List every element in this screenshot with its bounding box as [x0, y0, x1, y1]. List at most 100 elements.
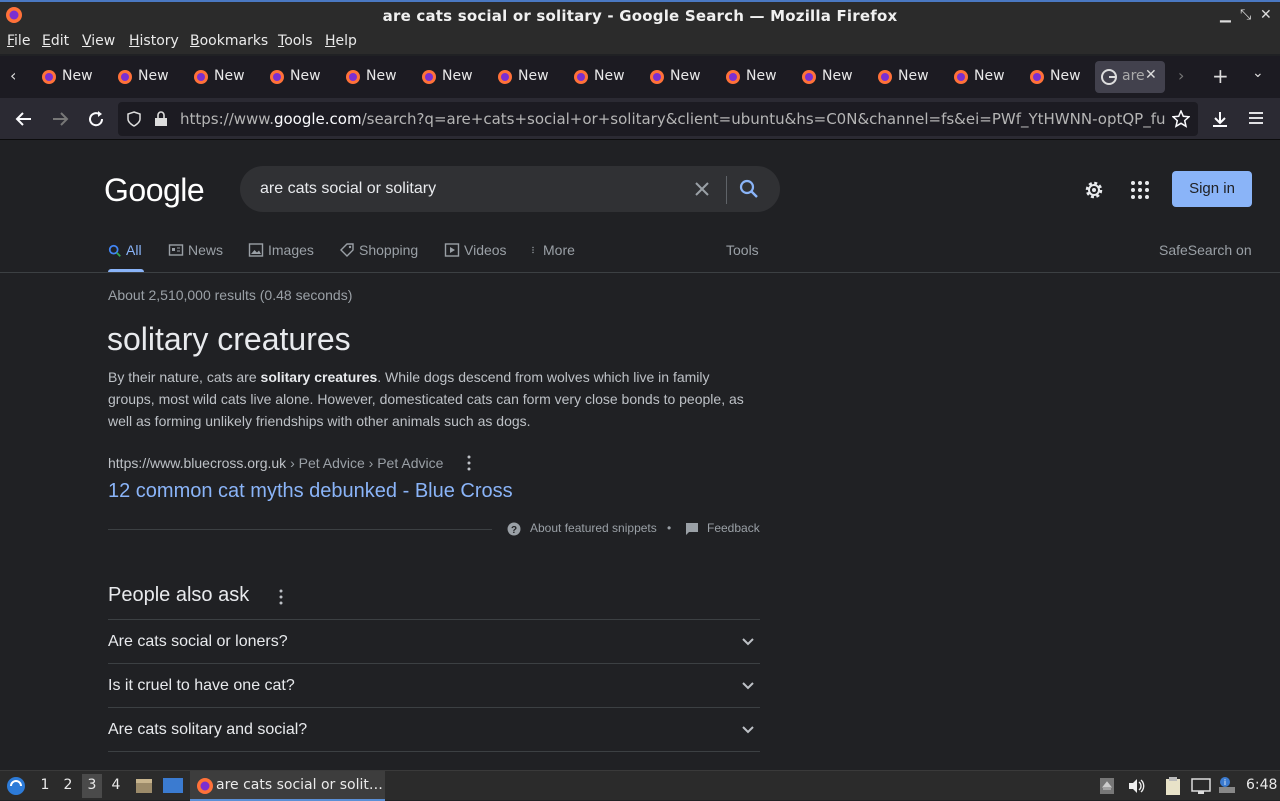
apps-grid-icon[interactable] [1128, 178, 1152, 202]
firefox-icon [42, 70, 56, 84]
tab-videos[interactable]: Videos [444, 242, 507, 258]
firefox-icon [574, 70, 588, 84]
tab-bar: ‹ New New New New New New New New New New New New Ne… [0, 56, 1280, 98]
bookmark-star-icon[interactable] [1172, 110, 1190, 128]
more-options-icon[interactable] [467, 455, 471, 471]
url-text[interactable]: https://www.google.com/search?q=are+cats… [180, 110, 1165, 128]
menu-edit[interactable]: Edit [42, 33, 69, 49]
tab-new[interactable]: New [871, 61, 943, 93]
tab-new[interactable]: New [35, 61, 107, 93]
shield-icon[interactable] [126, 111, 142, 127]
gear-icon[interactable] [1082, 178, 1106, 202]
eject-icon[interactable] [1099, 776, 1115, 796]
video-icon [444, 243, 460, 257]
paa-question[interactable]: Are cats solitary and social? [108, 707, 760, 751]
svg-text:i: i [1224, 778, 1226, 787]
clear-search-icon[interactable] [692, 179, 712, 199]
result-stats: About 2,510,000 results (0.48 seconds) [108, 287, 353, 303]
close-window-icon[interactable]: ✕ [1260, 7, 1272, 23]
tab-all[interactable]: All [108, 242, 142, 258]
result-title-link[interactable]: 12 common cat myths debunked - Blue Cros… [108, 480, 513, 503]
workspace-3[interactable]: 3 [82, 774, 102, 798]
firefox-icon [1030, 70, 1044, 84]
result-cite[interactable]: https://www.bluecross.org.uk › Pet Advic… [108, 455, 443, 471]
clipboard-icon[interactable] [1164, 776, 1182, 796]
lock-icon[interactable] [154, 111, 168, 127]
tab-more[interactable]: More [531, 242, 575, 258]
sign-in-button[interactable]: Sign in [1172, 171, 1252, 207]
hamburger-menu-icon[interactable] [1248, 111, 1264, 125]
workspace-2[interactable]: 2 [58, 777, 78, 793]
about-featured-snippets-link[interactable]: About featured snippets [530, 521, 657, 535]
taskbar: 1 2 3 4 are cats social or solit… i 6:48 [0, 770, 1280, 801]
notification-icon[interactable]: i [1217, 775, 1237, 795]
volume-icon[interactable] [1127, 777, 1145, 795]
tab-new[interactable]: New [187, 61, 259, 93]
tab-new[interactable]: New [1023, 61, 1095, 93]
menu-view[interactable]: View [82, 33, 115, 49]
people-also-ask-title: People also ask [108, 584, 250, 606]
feedback-icon [686, 523, 698, 535]
paa-question-partial[interactable] [108, 751, 760, 770]
close-tab-icon[interactable]: ✕ [1145, 67, 1157, 83]
search-input[interactable]: are cats social or solitary [260, 180, 436, 198]
firefox-icon [878, 70, 892, 84]
clock[interactable]: 6:48 [1246, 777, 1277, 793]
paa-question[interactable]: Is it cruel to have one cat? [108, 663, 760, 707]
tab-news[interactable]: News [168, 242, 223, 258]
menu-help[interactable]: Help [325, 33, 357, 49]
workspace-1[interactable]: 1 [35, 777, 55, 793]
navigation-bar: https://www.google.com/search?q=are+cats… [0, 98, 1280, 140]
menu-file[interactable]: File [7, 33, 30, 49]
start-menu-icon[interactable] [5, 775, 27, 797]
tab-new[interactable]: New [415, 61, 487, 93]
menu-tools[interactable]: Tools [278, 33, 313, 49]
menu-bookmarks[interactable]: Bookmarks [190, 33, 268, 49]
feedback-link[interactable]: Feedback [707, 521, 760, 535]
firefox-icon [270, 70, 284, 84]
taskbar-firefox-window[interactable]: are cats social or solit… [190, 771, 385, 801]
tab-new[interactable]: New [339, 61, 411, 93]
snippet-divider [108, 529, 492, 530]
minimize-icon[interactable]: ▁ [1220, 7, 1231, 23]
downloads-icon[interactable] [1211, 110, 1229, 128]
tab-new[interactable]: New [567, 61, 639, 93]
more-vert-icon [532, 246, 534, 254]
separator-dot: • [667, 521, 672, 535]
tab-images[interactable]: Images [248, 242, 314, 258]
desktop-icon[interactable] [162, 776, 184, 796]
firefox-icon [650, 70, 664, 84]
search-icon [108, 244, 121, 257]
chevron-down-icon [742, 726, 754, 734]
new-tab-icon[interactable]: + [1212, 64, 1229, 88]
tab-new[interactable]: New [719, 61, 791, 93]
network-icon[interactable] [1191, 777, 1211, 795]
search-box[interactable]: are cats social or solitary [240, 166, 780, 212]
image-icon [248, 243, 264, 257]
safesearch-status[interactable]: SafeSearch on [1159, 242, 1252, 258]
search-icon[interactable] [738, 178, 760, 200]
tab-new[interactable]: New [947, 61, 1019, 93]
tab-new[interactable]: New [111, 61, 183, 93]
paa-more-options-icon[interactable] [279, 589, 283, 605]
forward-icon[interactable] [51, 111, 69, 127]
list-tabs-icon[interactable]: ⌄ [1252, 65, 1264, 81]
tabs-scroll-left-icon[interactable]: ‹ [10, 66, 16, 85]
tab-shopping[interactable]: Shopping [339, 242, 418, 258]
url-bar[interactable]: https://www.google.com/search?q=are+cats… [118, 102, 1198, 136]
tab-active[interactable]: are ✕ [1095, 61, 1165, 93]
reload-icon[interactable] [87, 110, 105, 128]
paa-question[interactable]: Are cats social or loners? [108, 619, 760, 663]
tabs-scroll-right-icon[interactable]: › [1178, 66, 1184, 85]
tools-button[interactable]: Tools [726, 242, 759, 258]
tab-new[interactable]: New [795, 61, 867, 93]
back-icon[interactable] [15, 111, 33, 127]
google-logo[interactable]: Google [104, 172, 205, 209]
menu-history[interactable]: History [129, 33, 179, 49]
tab-new[interactable]: New [263, 61, 335, 93]
tab-new[interactable]: New [491, 61, 563, 93]
file-manager-icon[interactable] [134, 776, 154, 796]
workspace-4[interactable]: 4 [106, 777, 126, 793]
tab-new[interactable]: New [643, 61, 715, 93]
restore-icon[interactable]: ⤡ [1240, 7, 1251, 23]
